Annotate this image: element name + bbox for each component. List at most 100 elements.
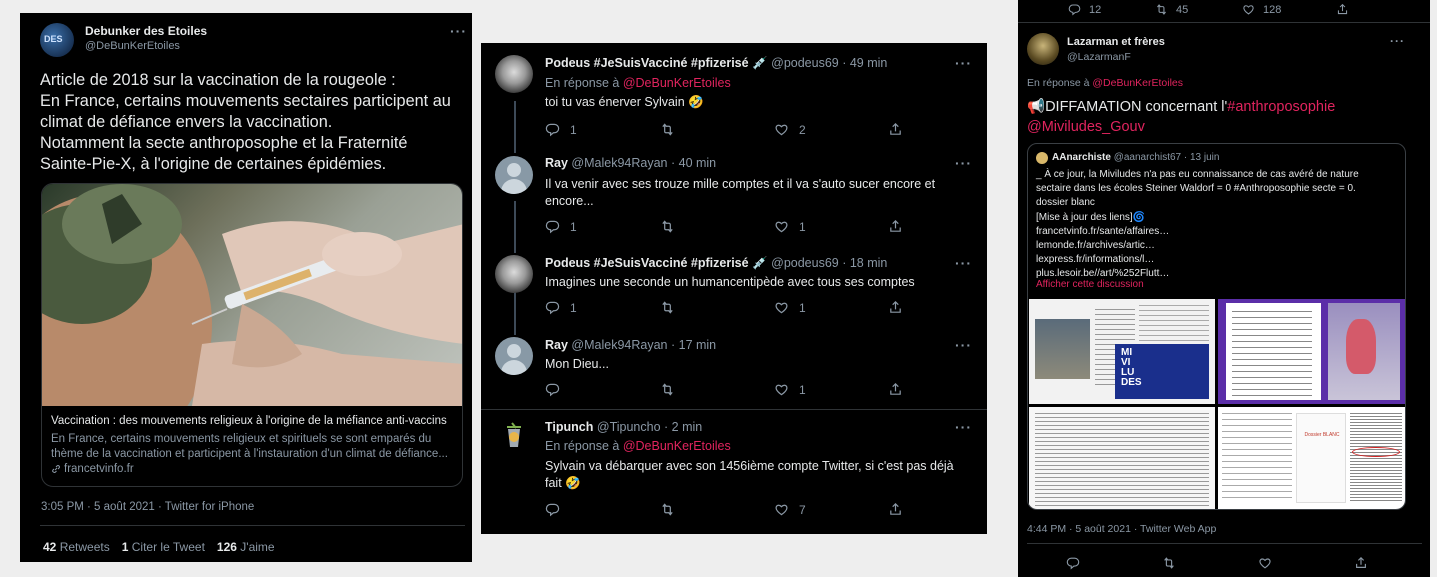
mention-link[interactable]: @Miviludes_Gouv [1027, 119, 1145, 135]
reply-time[interactable]: · 49 min [842, 56, 887, 70]
reply-author[interactable]: Ray [545, 156, 568, 170]
document-image[interactable]: MI VI LU DES [1029, 299, 1215, 404]
quotes-stat[interactable]: 1 Citer le Tweet [122, 540, 205, 554]
quote-header: AAnarchiste @aanarchist67 · 13 juin [1052, 152, 1219, 163]
link-card[interactable]: Vaccination : des mouvements religieux à… [41, 183, 463, 487]
avatar[interactable] [495, 255, 533, 293]
retweet-button[interactable] [660, 300, 774, 315]
avatar[interactable] [495, 337, 533, 375]
reply-count: 12 [1089, 3, 1102, 16]
more-icon[interactable]: ··· [1390, 34, 1405, 48]
author-name[interactable]: Debunker des Etoiles [85, 24, 207, 38]
like-button[interactable]: 1 [774, 382, 888, 397]
more-icon[interactable]: ··· [955, 155, 972, 171]
reply-to-line: En réponse à @DeBunKerEtoiles [1027, 77, 1183, 89]
author-handle[interactable]: @DeBunKerEtoiles [85, 40, 180, 52]
default-avatar-body [501, 360, 527, 375]
share-icon [888, 382, 903, 397]
tweet-timestamp[interactable]: 3:05 PM · 5 août 2021 · Twitter for iPho… [41, 501, 254, 513]
retweet-button[interactable] [660, 502, 774, 517]
reply-button[interactable]: 12 [1068, 3, 1155, 16]
reply-icon [1068, 3, 1081, 16]
reply-time[interactable]: · 40 min [671, 156, 716, 170]
author-name[interactable]: Lazarman et frères [1067, 36, 1165, 48]
more-icon[interactable]: ··· [955, 55, 972, 71]
retweets-stat[interactable]: 42 Retweets [43, 540, 110, 554]
hashtag-link[interactable]: #anthroposophie [1227, 99, 1335, 115]
reply-time[interactable]: · 2 min [664, 420, 702, 434]
avatar[interactable] [1027, 33, 1059, 65]
doc-text-block [1035, 413, 1209, 508]
like-count: 1 [799, 300, 806, 315]
more-icon[interactable]: ··· [955, 255, 972, 271]
tweet-text-plain: DIFFAMATION concernant l' [1045, 99, 1228, 115]
quote-date[interactable]: · 13 juin [1184, 152, 1220, 163]
like-button[interactable]: 2 [774, 122, 888, 137]
reply-to-mention[interactable]: @DeBunKerEtoiles [623, 439, 731, 453]
reply-author[interactable]: Ray [545, 338, 568, 352]
share-button[interactable] [888, 122, 903, 137]
tweet-timestamp[interactable]: 4:44 PM · 5 août 2021 · Twitter Web App [1027, 523, 1216, 535]
share-button[interactable] [888, 382, 903, 397]
quote-author[interactable]: AAnarchiste [1052, 152, 1111, 163]
retweet-button[interactable] [1162, 556, 1258, 570]
avatar[interactable] [495, 419, 533, 457]
show-thread-link[interactable]: Afficher cette discussion [1036, 279, 1144, 290]
quote-link[interactable]: lemonde.fr/archives/artic… [1036, 239, 1359, 253]
reply-author[interactable]: Podeus #JeSuisVacciné #pfizerisé [545, 256, 749, 270]
reply-button[interactable] [545, 382, 660, 397]
quote-link[interactable]: lexpress.fr/informations/l… [1036, 253, 1359, 267]
document-image[interactable] [1029, 407, 1215, 509]
reply-time[interactable]: · 18 min [842, 256, 887, 270]
retweet-button[interactable] [660, 219, 774, 234]
author-handle[interactable]: @LazarmanF [1067, 51, 1131, 63]
like-button[interactable] [1258, 556, 1354, 570]
avatar[interactable] [1036, 152, 1048, 164]
like-button[interactable]: 7 [774, 502, 888, 517]
reply-handle[interactable]: @Malek94Rayan [571, 338, 667, 352]
screenshot-image[interactable] [1218, 299, 1405, 404]
reply-button[interactable]: 1 [545, 219, 660, 234]
like-button[interactable]: 128 [1242, 3, 1336, 16]
card-desc-line: En France, certains mouvements religieux… [51, 433, 432, 445]
megaphone-icon: 📢 [1027, 99, 1046, 115]
avatar[interactable]: DES [40, 23, 74, 57]
likes-stat[interactable]: 126 J'aime [217, 540, 275, 554]
quoted-tweet[interactable]: AAnarchiste @aanarchist67 · 13 juin _ À … [1027, 143, 1406, 510]
reply-handle[interactable]: @Tipuncho [597, 420, 661, 434]
reply-icon [1066, 556, 1080, 570]
like-button[interactable]: 1 [774, 219, 888, 234]
share-button[interactable] [888, 300, 903, 315]
reply-button[interactable] [545, 502, 660, 517]
more-icon[interactable]: ··· [955, 337, 972, 353]
reply-author[interactable]: Tipunch [545, 420, 593, 434]
quote-line: [Mise à jour des liens]🌀 [1036, 211, 1146, 223]
reply-handle[interactable]: @Malek94Rayan [571, 156, 667, 170]
avatar[interactable] [495, 55, 533, 93]
quote-handle[interactable]: @aanarchist67 [1114, 152, 1181, 163]
more-icon[interactable]: ··· [955, 419, 972, 435]
reply-handle[interactable]: @podeus69 [771, 56, 839, 70]
share-button[interactable] [1354, 556, 1368, 570]
reply-author[interactable]: Podeus #JeSuisVacciné #pfizerisé [545, 56, 749, 70]
reply-time[interactable]: · 17 min [671, 338, 716, 352]
document-image[interactable]: Dossier BLANC [1218, 407, 1405, 509]
more-icon[interactable]: ··· [450, 23, 467, 39]
reply-button[interactable]: 1 [545, 122, 660, 137]
share-button[interactable] [1336, 3, 1349, 16]
retweet-button[interactable] [660, 382, 774, 397]
avatar[interactable] [495, 156, 533, 194]
reply-button[interactable] [1066, 556, 1162, 570]
reply-to-mention[interactable]: @DeBunKerEtoiles [1092, 77, 1183, 89]
quote-image-grid[interactable]: MI VI LU DES Dossier BLANC [1029, 299, 1405, 509]
quote-link[interactable]: francetvinfo.fr/sante/affaires… [1036, 225, 1359, 239]
share-button[interactable] [888, 219, 903, 234]
dossier-label: Dossier BLANC [1304, 432, 1340, 438]
reply-button[interactable]: 1 [545, 300, 660, 315]
reply-handle[interactable]: @podeus69 [771, 256, 839, 270]
like-button[interactable]: 1 [774, 300, 888, 315]
retweet-button[interactable]: 45 [1155, 3, 1242, 16]
share-button[interactable] [888, 502, 903, 517]
reply-to-mention[interactable]: @DeBunKerEtoiles [623, 76, 731, 90]
retweet-button[interactable] [660, 122, 774, 137]
